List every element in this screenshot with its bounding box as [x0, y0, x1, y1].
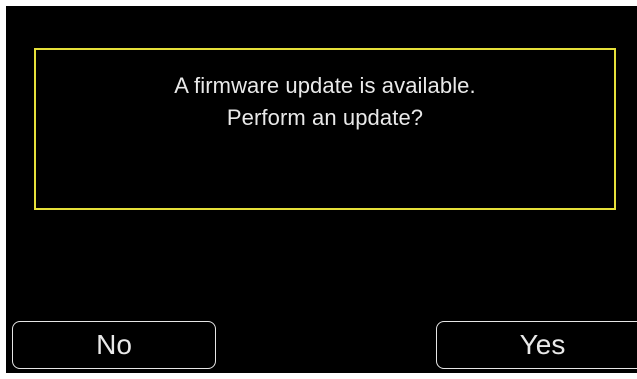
- no-button-label: No: [96, 329, 132, 360]
- device-screen: A firmware update is available. Perform …: [6, 6, 637, 373]
- yes-button-label: Yes: [519, 329, 566, 360]
- dialog-message: A firmware update is available. Perform …: [36, 70, 614, 134]
- yes-button[interactable]: Yes: [436, 321, 637, 369]
- dialog-message-line-1: A firmware update is available.: [174, 73, 476, 98]
- no-button[interactable]: No: [12, 321, 216, 369]
- firmware-update-dialog: A firmware update is available. Perform …: [34, 48, 616, 210]
- dialog-message-line-2: Perform an update?: [226, 105, 424, 130]
